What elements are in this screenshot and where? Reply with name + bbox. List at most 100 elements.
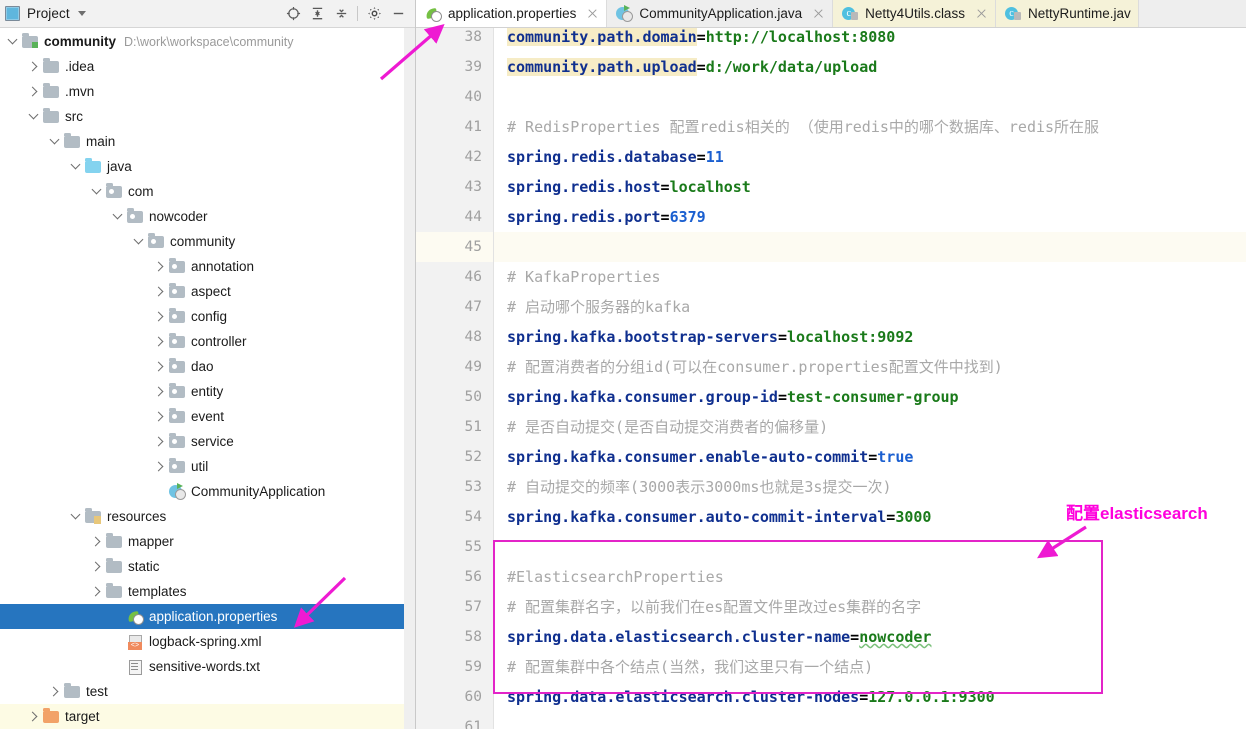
- editor-tab-netty4utils-class[interactable]: Netty4Utils.class: [833, 0, 996, 27]
- chevron-right-icon[interactable]: [155, 311, 166, 322]
- tree-row-community[interactable]: community: [0, 229, 416, 254]
- tree-row-dao[interactable]: dao: [0, 354, 416, 379]
- tree-row-mapper[interactable]: mapper: [0, 529, 416, 554]
- code-line[interactable]: spring.data.elasticsearch.cluster-name=n…: [494, 622, 1246, 652]
- tree-row-logback-spring.xml[interactable]: logback-spring.xml: [0, 629, 416, 654]
- editor-tab-communityapplication-java[interactable]: CommunityApplication.java: [607, 0, 834, 27]
- code-line[interactable]: community.path.upload=d:/work/data/uploa…: [494, 52, 1246, 82]
- code-line[interactable]: community.path.domain=http://localhost:8…: [494, 28, 1246, 52]
- chevron-down-icon[interactable]: [50, 136, 61, 147]
- code-line[interactable]: #ElasticsearchProperties: [494, 562, 1246, 592]
- tree-row-static[interactable]: static: [0, 554, 416, 579]
- editor-tab-label: NettyRuntime.jav: [1027, 6, 1131, 21]
- tree-row-community[interactable]: community D:\work\workspace\community: [0, 29, 416, 54]
- chevron-right-icon[interactable]: [29, 711, 40, 722]
- tree-row-entity[interactable]: entity: [0, 379, 416, 404]
- chevron-down-icon[interactable]: [134, 236, 145, 247]
- code-content[interactable]: community.path.domain=http://localhost:8…: [494, 28, 1246, 729]
- code-line[interactable]: spring.kafka.consumer.group-id=test-cons…: [494, 382, 1246, 412]
- chevron-right-icon[interactable]: [155, 261, 166, 272]
- chevron-right-icon[interactable]: [155, 411, 166, 422]
- chevron-down-icon[interactable]: [8, 36, 19, 47]
- code-line[interactable]: spring.kafka.consumer.auto-commit-interv…: [494, 502, 1246, 532]
- code-line[interactable]: [494, 712, 1246, 729]
- chevron-down-icon[interactable]: [92, 186, 103, 197]
- chevron-right-icon[interactable]: [155, 336, 166, 347]
- code-line[interactable]: spring.kafka.consumer.enable-auto-commit…: [494, 442, 1246, 472]
- tree-row-application.properties[interactable]: application.properties: [0, 604, 416, 629]
- spring-boot-app-icon: [169, 482, 186, 500]
- code-editor[interactable]: 38 39 40 41 42 43 44 45 46 47 48 49 50 51 52 53 54 55 56 57…: [416, 28, 1246, 729]
- close-icon[interactable]: [975, 7, 988, 20]
- chevron-right-icon[interactable]: [29, 61, 40, 72]
- chevron-right-icon[interactable]: [155, 436, 166, 447]
- tree-row-service[interactable]: service: [0, 429, 416, 454]
- locate-target-icon[interactable]: [281, 2, 305, 26]
- code-line[interactable]: [494, 232, 1246, 262]
- tree-row-com[interactable]: com: [0, 179, 416, 204]
- tree-row-test[interactable]: test: [0, 679, 416, 704]
- chevron-right-icon[interactable]: [29, 86, 40, 97]
- chevron-down-icon[interactable]: [71, 161, 82, 172]
- editor-tab-nettyruntime-jav[interactable]: NettyRuntime.jav: [995, 0, 1139, 27]
- tree-row-java[interactable]: java: [0, 154, 416, 179]
- project-badge-icon: [5, 6, 20, 21]
- project-panel-scrollbar[interactable]: [404, 28, 415, 729]
- code-line[interactable]: spring.redis.database=11: [494, 142, 1246, 172]
- tree-row-aspect[interactable]: aspect: [0, 279, 416, 304]
- chevron-down-icon[interactable]: [71, 511, 82, 522]
- tree-row-.idea[interactable]: .idea: [0, 54, 416, 79]
- gear-icon[interactable]: [362, 2, 386, 26]
- chevron-right-icon[interactable]: [50, 686, 61, 697]
- chevron-down-icon[interactable]: [113, 211, 124, 222]
- tree-row-target[interactable]: target: [0, 704, 416, 729]
- tree-row-nowcoder[interactable]: nowcoder: [0, 204, 416, 229]
- chevron-down-icon[interactable]: [77, 11, 86, 16]
- code-line[interactable]: # 是否自动提交(是否自动提交消费者的偏移量): [494, 412, 1246, 442]
- tree-row-templates[interactable]: templates: [0, 579, 416, 604]
- chevron-right-icon[interactable]: [155, 286, 166, 297]
- tree-row-src[interactable]: src: [0, 104, 416, 129]
- tree-row-.mvn[interactable]: .mvn: [0, 79, 416, 104]
- code-line[interactable]: # 配置消费者的分组id(可以在consumer.properties配置文件中…: [494, 352, 1246, 382]
- chevron-right-icon[interactable]: [92, 536, 103, 547]
- tree-row-main[interactable]: main: [0, 129, 416, 154]
- tree-row-communityapplication[interactable]: CommunityApplication: [0, 479, 416, 504]
- collapse-all-icon[interactable]: [329, 2, 353, 26]
- equals-sign: =: [777, 388, 787, 406]
- expand-all-icon[interactable]: [305, 2, 329, 26]
- close-icon[interactable]: [586, 7, 599, 20]
- tree-row-util[interactable]: util: [0, 454, 416, 479]
- code-comment: # 配置集群中各个结点(当然，我们这里只有一个结点): [507, 658, 874, 676]
- property-key: spring.data.elasticsearch.cluster-name: [507, 628, 851, 646]
- editor-tab-application-properties[interactable]: application.properties: [416, 0, 608, 27]
- tree-row-annotation[interactable]: annotation: [0, 254, 416, 279]
- tree-row-event[interactable]: event: [0, 404, 416, 429]
- code-line[interactable]: # 配置集群名字，以前我们在es配置文件里改过es集群的名字: [494, 592, 1246, 622]
- code-line[interactable]: spring.kafka.bootstrap-servers=localhost…: [494, 322, 1246, 352]
- close-icon[interactable]: [812, 7, 825, 20]
- code-line[interactable]: # 配置集群中各个结点(当然，我们这里只有一个结点): [494, 652, 1246, 682]
- code-line[interactable]: [494, 82, 1246, 112]
- chevron-right-icon[interactable]: [155, 386, 166, 397]
- chevron-right-icon[interactable]: [155, 361, 166, 372]
- code-line[interactable]: # RedisProperties 配置redis相关的 （使用redis中的哪…: [494, 112, 1246, 142]
- code-line[interactable]: # 自动提交的频率(3000表示3000ms也就是3s提交一次): [494, 472, 1246, 502]
- editor-tab-bar[interactable]: application.properties CommunityApplicati…: [416, 0, 1246, 28]
- project-file-tree[interactable]: community D:\work\workspace\community .ide…: [0, 28, 416, 729]
- code-line[interactable]: # 启动哪个服务器的kafka: [494, 292, 1246, 322]
- tree-row-config[interactable]: config: [0, 304, 416, 329]
- tree-row-controller[interactable]: controller: [0, 329, 416, 354]
- code-line[interactable]: spring.redis.host=localhost: [494, 172, 1246, 202]
- chevron-right-icon[interactable]: [155, 461, 166, 472]
- minimize-icon[interactable]: [386, 2, 410, 26]
- chevron-right-icon[interactable]: [92, 561, 103, 572]
- tree-row-resources[interactable]: resources: [0, 504, 416, 529]
- code-line[interactable]: spring.redis.port=6379: [494, 202, 1246, 232]
- chevron-right-icon[interactable]: [92, 586, 103, 597]
- code-line[interactable]: [494, 532, 1246, 562]
- code-line[interactable]: spring.data.elasticsearch.cluster-nodes=…: [494, 682, 1246, 712]
- tree-row-sensitive-words.txt[interactable]: sensitive-words.txt: [0, 654, 416, 679]
- code-line[interactable]: # KafkaProperties: [494, 262, 1246, 292]
- chevron-down-icon[interactable]: [29, 111, 40, 122]
